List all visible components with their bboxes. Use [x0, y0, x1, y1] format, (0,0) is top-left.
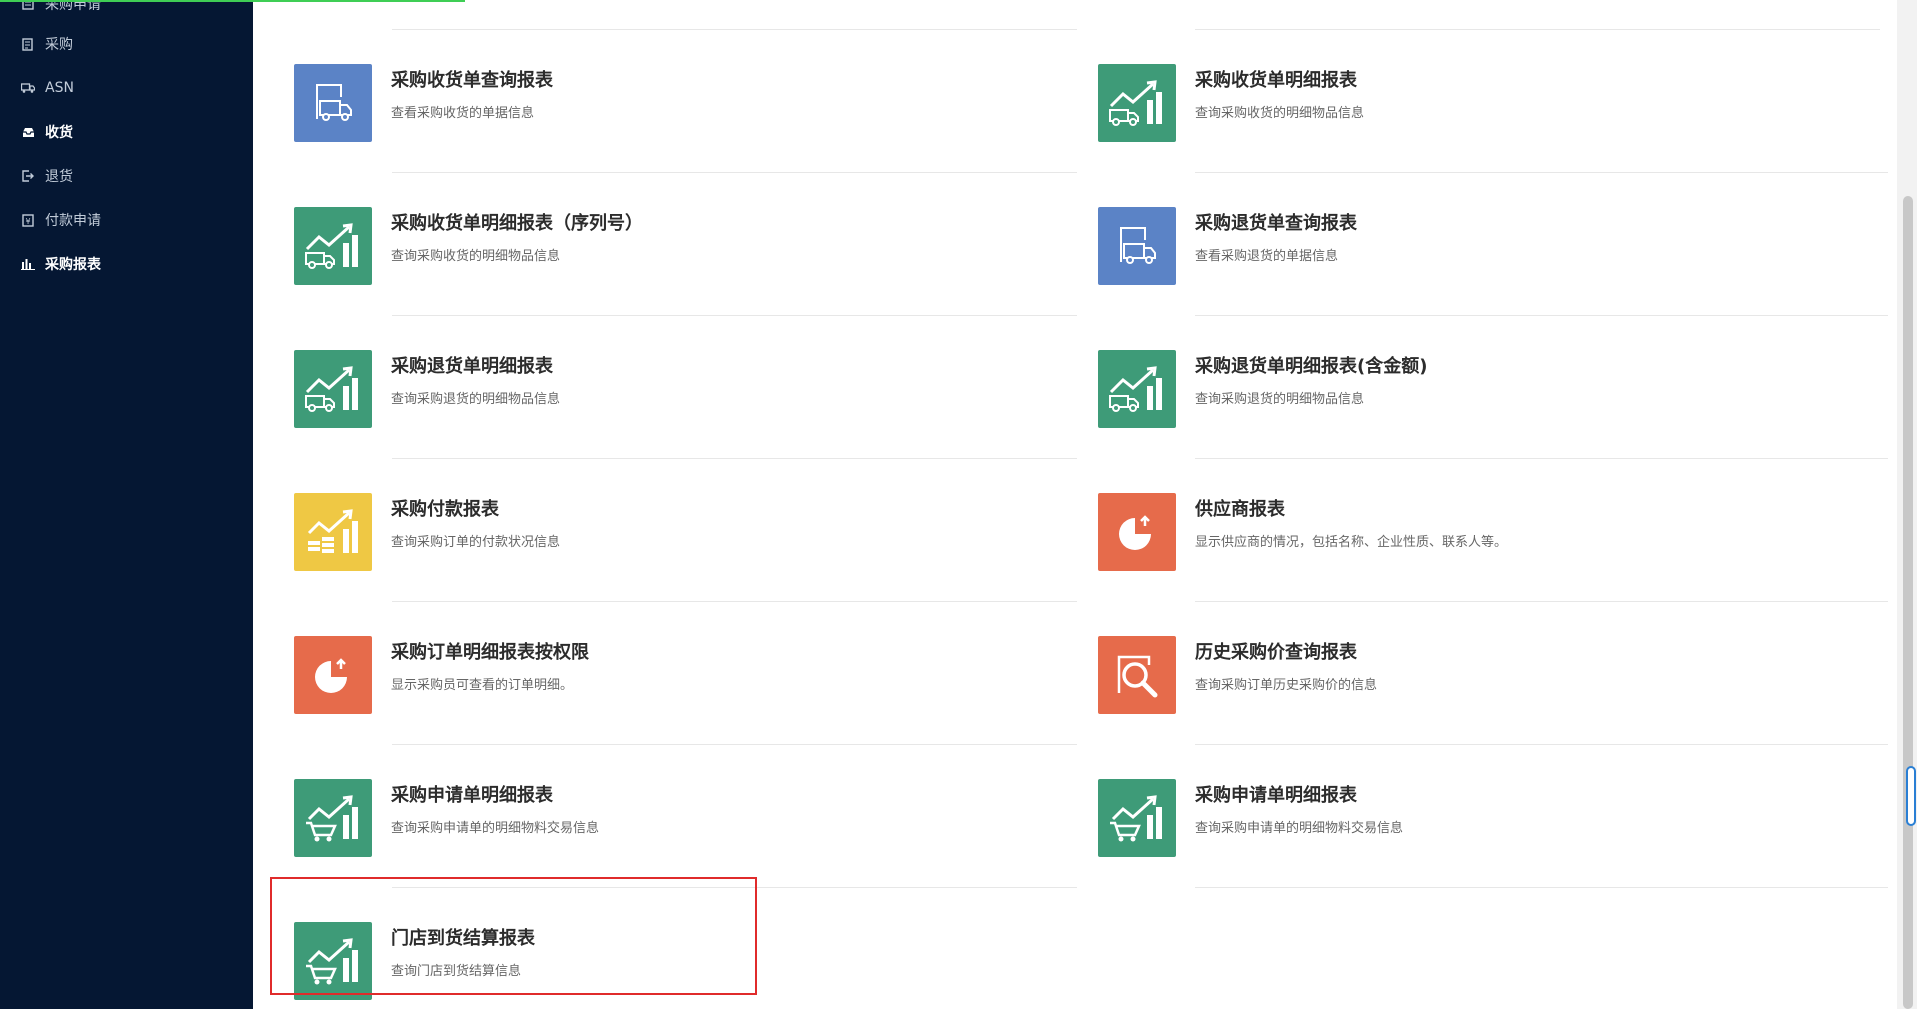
- row-divider: [1195, 458, 1888, 459]
- report-card[interactable]: 采购申请单明细报表 查询采购申请单的明细物料交易信息: [294, 779, 994, 859]
- row-divider: [1195, 601, 1888, 602]
- report-card[interactable]: 采购退货单查询报表 查看采购退货的单据信息: [1098, 207, 1798, 287]
- inbox-icon: [21, 125, 35, 139]
- report-description: 查看采购退货的单据信息: [1195, 249, 1339, 264]
- report-description: 显示供应商的情况，包括名称、企业性质、联系人等。: [1195, 535, 1508, 550]
- report-title[interactable]: 供应商报表: [1195, 495, 1285, 521]
- pie-chart-icon: [1098, 493, 1176, 571]
- report-description: 查询采购退货的明细物品信息: [1195, 392, 1365, 407]
- report-title[interactable]: 采购退货单明细报表(含金额): [1195, 352, 1427, 378]
- magnifier-icon: [1098, 636, 1176, 714]
- report-description: 查询采购申请单的明细物料交易信息: [391, 821, 600, 836]
- sidebar-item-asn[interactable]: ASN: [0, 70, 253, 106]
- report-title[interactable]: 采购退货单明细报表: [391, 352, 553, 378]
- truck-chart-icon: [294, 350, 372, 428]
- report-card[interactable]: 采购收货单明细报表（序列号） 查询采购收货的明细物品信息: [294, 207, 994, 287]
- report-card[interactable]: 历史采购价查询报表 查询采购订单历史采购价的信息: [1098, 636, 1798, 716]
- sidebar-item-return[interactable]: 退货: [0, 158, 253, 194]
- truck-document-icon: [294, 64, 372, 142]
- svg-text:¥: ¥: [25, 217, 30, 226]
- report-card[interactable]: 采购退货单明细报表 查询采购退货的明细物品信息: [294, 350, 994, 430]
- cart-chart-icon: [1098, 779, 1176, 857]
- scrollbar-thumb[interactable]: [1903, 196, 1913, 1009]
- coins-chart-icon: [294, 493, 372, 571]
- report-card[interactable]: 采购付款报表 查询采购订单的付款状况信息: [294, 493, 994, 573]
- sidebar-item-purchase-request[interactable]: 采购申请: [0, 0, 253, 22]
- report-description: 查询采购收货的明细物品信息: [1195, 106, 1365, 121]
- report-description: 查询采购订单历史采购价的信息: [1195, 678, 1378, 693]
- row-divider: [1195, 172, 1888, 173]
- report-title[interactable]: 采购申请单明细报表: [391, 781, 553, 807]
- report-title[interactable]: 历史采购价查询报表: [1195, 638, 1357, 664]
- report-description: 查询采购退货的明细物品信息: [391, 392, 561, 407]
- row-divider: [392, 315, 1077, 316]
- sidebar-item-label: 采购申请: [45, 0, 101, 13]
- report-description: 查看采购收货的单据信息: [391, 106, 535, 121]
- row-divider: [392, 458, 1077, 459]
- bar-chart-icon: [21, 257, 35, 271]
- report-title[interactable]: 采购收货单明细报表（序列号）: [391, 209, 643, 235]
- report-card[interactable]: 采购订单明细报表按权限 显示采购员可查看的订单明细。: [294, 636, 994, 716]
- row-divider: [392, 744, 1077, 745]
- report-card[interactable]: 采购申请单明细报表 查询采购申请单的明细物料交易信息: [1098, 779, 1798, 859]
- report-description: 查询采购订单的付款状况信息: [391, 535, 561, 550]
- sidebar-item-purchase[interactable]: 采购: [0, 26, 253, 62]
- report-card[interactable]: 采购收货单查询报表 查看采购收货的单据信息: [294, 64, 994, 144]
- sidebar-item-payment-request[interactable]: ¥ 付款申请: [0, 202, 253, 238]
- payment-icon: ¥: [21, 213, 35, 227]
- sidebar-item-label: ASN: [45, 80, 74, 96]
- row-divider: [1195, 315, 1888, 316]
- row-divider: [392, 172, 1077, 173]
- sidebar: 采购申请 采购 ASN 收货 退货 ¥ 付款申请 采购报表: [0, 0, 253, 1009]
- row-divider: [392, 601, 1077, 602]
- report-description: 查询采购收货的明细物品信息: [391, 249, 561, 264]
- cart-chart-icon: [294, 779, 372, 857]
- report-title[interactable]: 采购申请单明细报表: [1195, 781, 1357, 807]
- row-divider: [1195, 887, 1888, 888]
- report-title[interactable]: 采购付款报表: [391, 495, 499, 521]
- report-title[interactable]: 采购收货单查询报表: [391, 66, 553, 92]
- report-card[interactable]: 供应商报表 显示供应商的情况，包括名称、企业性质、联系人等。: [1098, 493, 1798, 573]
- page-loading-progress: [0, 0, 465, 2]
- exit-icon: [21, 169, 35, 183]
- truck-icon: [21, 81, 35, 95]
- report-title[interactable]: 采购退货单查询报表: [1195, 209, 1357, 235]
- report-title[interactable]: 采购订单明细报表按权限: [391, 638, 589, 664]
- truck-chart-icon: [1098, 350, 1176, 428]
- report-title[interactable]: 采购收货单明细报表: [1195, 66, 1357, 92]
- report-description: 显示采购员可查看的订单明细。: [391, 678, 574, 693]
- selection-highlight-box: [270, 877, 757, 995]
- report-card[interactable]: 采购收货单明细报表 查询采购收货的明细物品信息: [1098, 64, 1798, 144]
- truck-chart-icon: [1098, 64, 1176, 142]
- list-icon: [21, 37, 35, 51]
- row-divider: [392, 29, 1077, 30]
- sidebar-item-receiving[interactable]: 收货: [0, 114, 253, 150]
- sidebar-item-label: 退货: [45, 169, 73, 185]
- row-divider: [1195, 744, 1888, 745]
- row-divider: [1195, 29, 1880, 30]
- sidebar-item-label: 采购报表: [45, 257, 101, 273]
- sidebar-item-purchase-reports[interactable]: 采购报表: [0, 246, 253, 282]
- report-description: 查询采购申请单的明细物料交易信息: [1195, 821, 1404, 836]
- truck-document-icon: [1098, 207, 1176, 285]
- sidebar-item-label: 付款申请: [45, 213, 101, 229]
- report-card[interactable]: 采购退货单明细报表(含金额) 查询采购退货的明细物品信息: [1098, 350, 1798, 430]
- truck-chart-icon: [294, 207, 372, 285]
- sidebar-item-label: 采购: [45, 37, 73, 53]
- pie-chart-icon: [294, 636, 372, 714]
- report-list-panel: 采购收货单查询报表 查看采购收货的单据信息 采购收货单明细报表 查询采购收货的明…: [253, 0, 1905, 1009]
- sidebar-item-label: 收货: [45, 125, 73, 141]
- scroll-position-indicator: [1906, 766, 1916, 826]
